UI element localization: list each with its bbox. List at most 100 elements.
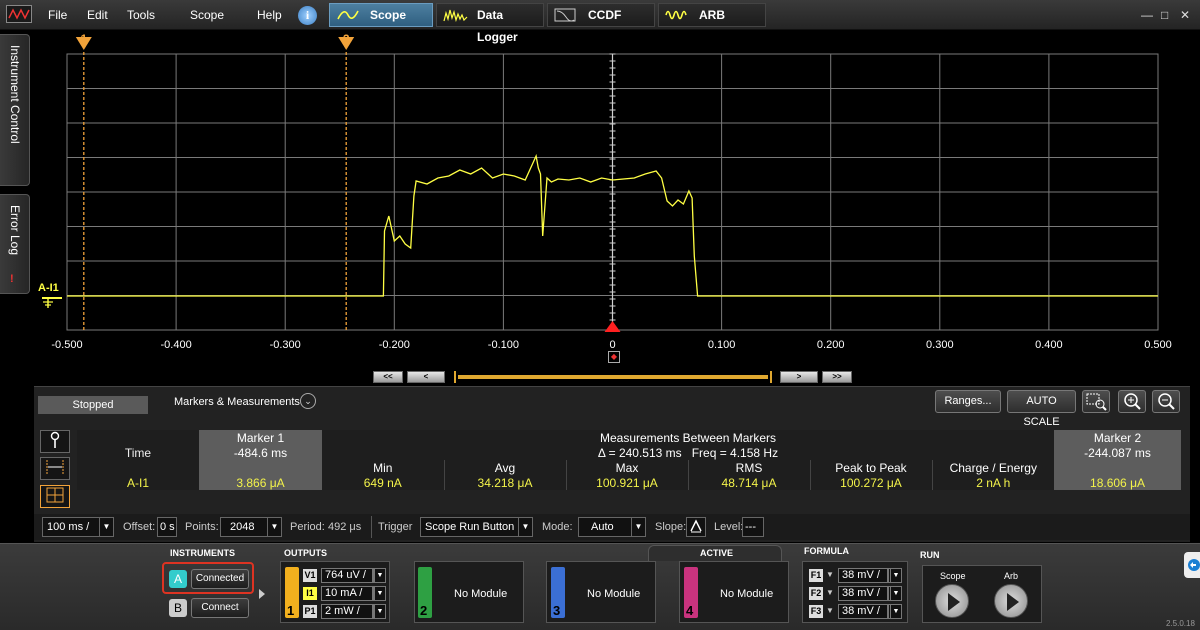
zoom-in-icon[interactable] [1118, 390, 1146, 413]
app-window: File Edit Tools Scope Help i Scope Data … [0, 0, 1200, 630]
grid-toggle-icon[interactable] [40, 485, 70, 508]
maximize-button[interactable]: □ [1161, 8, 1168, 22]
level-input[interactable]: --- [742, 517, 764, 537]
menu-tools[interactable]: Tools [127, 8, 155, 22]
zoom-out-icon[interactable] [1152, 390, 1180, 413]
timebase-select[interactable]: 100 ms / ▼ [42, 517, 114, 537]
f3-dropdown[interactable]: ▼ [888, 604, 902, 619]
p1-dropdown[interactable]: ▼ [373, 604, 386, 619]
time-label: Time [77, 445, 199, 460]
trigger-select[interactable]: Scope Run Button ▼ [420, 517, 533, 537]
chevron-down-icon: ▼ [374, 605, 385, 618]
f2-scale-value: 38 mV / [842, 587, 880, 599]
f2-scale-select[interactable]: 38 mV / [838, 586, 888, 601]
info-icon[interactable]: i [298, 6, 317, 25]
run-arb-play-button[interactable] [994, 584, 1028, 618]
auto-scale-button[interactable]: AUTO SCALE [1007, 390, 1076, 428]
slope-rising-icon[interactable] [686, 517, 706, 537]
col-avg: Avg [443, 460, 566, 475]
tab-scope[interactable]: Scope [329, 3, 433, 27]
i1-dropdown[interactable]: ▼ [373, 586, 386, 601]
f1-arrow-icon[interactable]: ▼ [826, 570, 834, 579]
outputs-title: OUTPUTS [284, 548, 328, 558]
horizontal-scrollbar[interactable] [454, 371, 772, 383]
zoom-box-icon[interactable] [1082, 390, 1110, 413]
f1-tag: F1 [809, 569, 823, 582]
app-logo-icon [6, 5, 32, 23]
p1-scale-select[interactable]: 2 mW / [321, 604, 373, 619]
scroll-right-button[interactable]: > [780, 371, 818, 383]
probe-icon[interactable] [40, 430, 70, 453]
value-peak-to-peak: 100.272 μA [809, 475, 932, 490]
period-value: 492 μs [328, 521, 362, 533]
between-markers-header: Measurements Between Markers [322, 430, 1055, 445]
v1-dropdown[interactable]: ▼ [373, 568, 386, 583]
marker-1-flag[interactable]: 1 [77, 32, 91, 46]
menu-scope[interactable]: Scope [190, 8, 224, 22]
channel-label: A-I1 [77, 475, 199, 490]
f1-dropdown[interactable]: ▼ [888, 568, 902, 583]
offset-label: Offset: [123, 521, 156, 533]
expand-arrow-icon[interactable] [259, 589, 265, 599]
instruments-title: INSTRUMENTS [170, 548, 235, 558]
f3-arrow-icon[interactable]: ▼ [826, 606, 834, 615]
chevron-down-icon[interactable]: ⌄ [300, 393, 316, 409]
f3-scale-select[interactable]: 38 mV / [838, 604, 888, 619]
col-charge-energy: Charge / Energy [931, 460, 1055, 475]
ranges-button[interactable]: Ranges... [935, 390, 1001, 413]
scroll-left-button[interactable]: < [407, 371, 445, 383]
points-select[interactable]: 2048 ▼ [220, 517, 282, 537]
close-button[interactable]: ✕ [1180, 8, 1190, 22]
table-corner [77, 430, 199, 445]
chevron-down-icon: ▼ [890, 569, 901, 582]
x-tick-label: -0.500 [51, 339, 83, 351]
marker-2-spacer [1054, 460, 1182, 475]
scroll-far-left-button[interactable]: << [373, 371, 403, 383]
mode-select[interactable]: Auto ▼ [578, 517, 646, 537]
divider [371, 516, 372, 538]
offset-input[interactable]: 0 s [157, 517, 177, 537]
menu-help[interactable]: Help [257, 8, 282, 22]
mode-label: Mode: [542, 521, 573, 533]
f2-dropdown[interactable]: ▼ [888, 586, 902, 601]
trigger-marker-icon[interactable]: ◆ [608, 351, 620, 363]
marker-1-spacer [199, 460, 322, 475]
measurements-table: Marker 1 Measurements Between Markers Ma… [77, 430, 1182, 490]
minimize-button[interactable]: — [1141, 8, 1153, 22]
chevron-down-icon: ▼ [890, 605, 901, 618]
col-peak-to-peak: Peak to Peak [809, 460, 932, 475]
value-charge-energy: 2 nA h [931, 475, 1055, 490]
channel-2-no-module: No Module [454, 588, 508, 600]
tab-arb[interactable]: ARB [658, 3, 766, 27]
i1-scale-select[interactable]: 10 mA / [321, 586, 373, 601]
slope-label: Slope: [655, 521, 687, 533]
menu-file[interactable]: File [48, 8, 67, 22]
scope-display[interactable] [0, 30, 1200, 375]
tab-scope-label: Scope [370, 8, 407, 22]
marker-span-icon[interactable] [40, 457, 70, 480]
x-tick-label: -0.400 [160, 339, 192, 351]
p1-scale-value: 2 mW / [325, 605, 360, 617]
tab-ccdf[interactable]: CCDF [547, 3, 655, 27]
menu-edit[interactable]: Edit [87, 8, 108, 22]
markers-measurements-title[interactable]: Markers & Measurements [174, 396, 300, 408]
marker-2-flag[interactable]: 2 [339, 32, 353, 46]
teamviewer-icon[interactable] [1184, 552, 1200, 578]
scroll-far-right-button[interactable]: >> [822, 371, 852, 383]
instrument-b-connect-button[interactable]: Connect [191, 598, 249, 618]
period-label: Period: [290, 521, 325, 533]
instrument-a-connected-button[interactable]: Connected [191, 569, 249, 589]
tab-data-logger[interactable]: Data Logger [436, 3, 544, 44]
ground-ref-icon[interactable] [40, 292, 64, 310]
value-avg: 34.218 μA [443, 475, 566, 490]
value-rms: 48.714 μA [687, 475, 810, 490]
i1-tag: I1 [303, 587, 317, 600]
f1-scale-select[interactable]: 38 mV / [838, 568, 888, 583]
channel-1-number: 1 [287, 603, 295, 618]
run-title: RUN [920, 550, 940, 560]
value-max: 100.921 μA [565, 475, 688, 490]
f2-arrow-icon[interactable]: ▼ [826, 588, 834, 597]
v1-scale-select[interactable]: 764 uV / [321, 568, 373, 583]
ccdf-icon [554, 8, 576, 22]
run-scope-play-button[interactable] [935, 584, 969, 618]
